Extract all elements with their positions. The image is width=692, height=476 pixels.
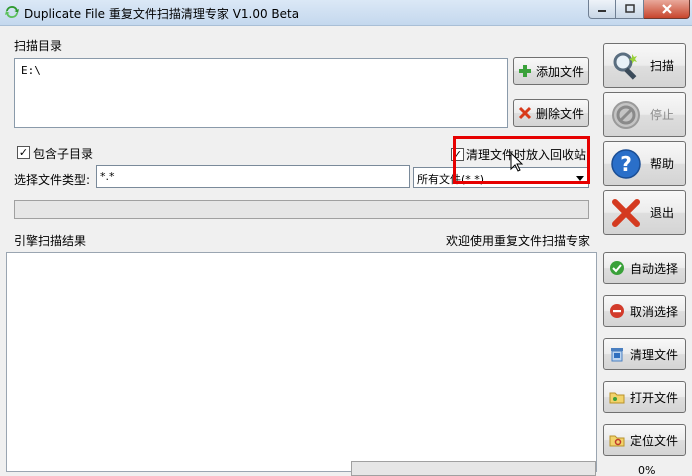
scan-dir-path[interactable]: E:\ xyxy=(15,59,507,82)
locate-file-label: 定位文件 xyxy=(630,433,679,448)
stop-icon xyxy=(612,100,640,129)
close-button[interactable] xyxy=(644,0,690,19)
scan-label: 扫描 xyxy=(650,59,675,73)
clean-files-label: 清理文件 xyxy=(630,347,679,362)
add-file-button[interactable]: 添加文件 xyxy=(513,57,589,85)
delete-x-icon xyxy=(518,106,532,120)
stop-button[interactable]: 停止 xyxy=(603,92,686,137)
help-label: 帮助 xyxy=(650,157,675,171)
open-file-button[interactable]: 打开文件 xyxy=(603,381,686,413)
title-bar[interactable]: Duplicate File 重复文件扫描清理专家 V1.00 Beta xyxy=(0,0,692,26)
open-file-icon xyxy=(609,392,625,404)
app-refresh-icon xyxy=(5,5,19,19)
mouse-cursor-icon xyxy=(510,152,524,172)
cancel-select-label: 取消选择 xyxy=(630,304,679,319)
exit-label: 退出 xyxy=(650,206,675,220)
maximize-icon xyxy=(624,4,635,13)
include-subdirs-label: 包含子目录 xyxy=(33,147,94,161)
locate-file-icon xyxy=(609,435,625,447)
file-type-input-value: *.* xyxy=(100,170,115,183)
scan-button[interactable]: 扫描 xyxy=(603,43,686,88)
include-subdirs-checkbox[interactable]: ✓ xyxy=(17,146,30,159)
trash-icon xyxy=(611,348,623,362)
open-file-label: 打开文件 xyxy=(630,390,679,405)
client-area: 扫描目录 E:\ 添加文件 删除文件 ✓ 包含子目录 ✓ 清理文件时放入回收站 … xyxy=(0,26,692,476)
auto-select-label: 自动选择 xyxy=(630,261,679,276)
minimize-button[interactable] xyxy=(588,0,616,19)
progress-percent: 0% xyxy=(638,464,656,476)
plus-icon xyxy=(519,65,531,77)
help-button[interactable]: ? 帮助 xyxy=(603,141,686,186)
file-type-input[interactable]: *.* xyxy=(96,165,410,188)
delete-file-button[interactable]: 删除文件 xyxy=(513,99,589,127)
file-type-label: 选择文件类型: xyxy=(14,173,91,187)
welcome-text: 欢迎使用重复文件扫描专家 xyxy=(445,234,590,248)
results-list[interactable] xyxy=(6,252,597,472)
close-icon xyxy=(661,4,672,14)
maximize-button[interactable] xyxy=(616,0,644,19)
scan-dir-list[interactable]: E:\ xyxy=(14,58,508,128)
auto-select-button[interactable]: 自动选择 xyxy=(603,252,686,284)
cancel-select-button[interactable]: 取消选择 xyxy=(603,295,686,327)
minimize-icon xyxy=(598,10,606,12)
scan-dir-label: 扫描目录 xyxy=(14,39,63,53)
help-question-icon: ? xyxy=(611,148,641,179)
exit-button[interactable]: 退出 xyxy=(603,190,686,235)
check-circle-icon xyxy=(610,261,624,275)
add-file-label: 添加文件 xyxy=(536,64,585,79)
delete-file-label: 删除文件 xyxy=(536,106,585,121)
window-title: Duplicate File 重复文件扫描清理专家 V1.00 Beta xyxy=(24,7,300,21)
bottom-progress-bar xyxy=(351,461,596,476)
exit-x-icon xyxy=(612,198,640,227)
clean-files-button[interactable]: 清理文件 xyxy=(603,338,686,370)
magnifier-icon xyxy=(613,52,637,80)
scan-progress-bar xyxy=(14,200,589,219)
stop-label: 停止 xyxy=(650,108,675,122)
svg-text:?: ? xyxy=(620,152,632,176)
locate-file-button[interactable]: 定位文件 xyxy=(603,424,686,456)
results-label: 引擎扫描结果 xyxy=(14,234,87,248)
minus-circle-icon xyxy=(610,304,624,318)
